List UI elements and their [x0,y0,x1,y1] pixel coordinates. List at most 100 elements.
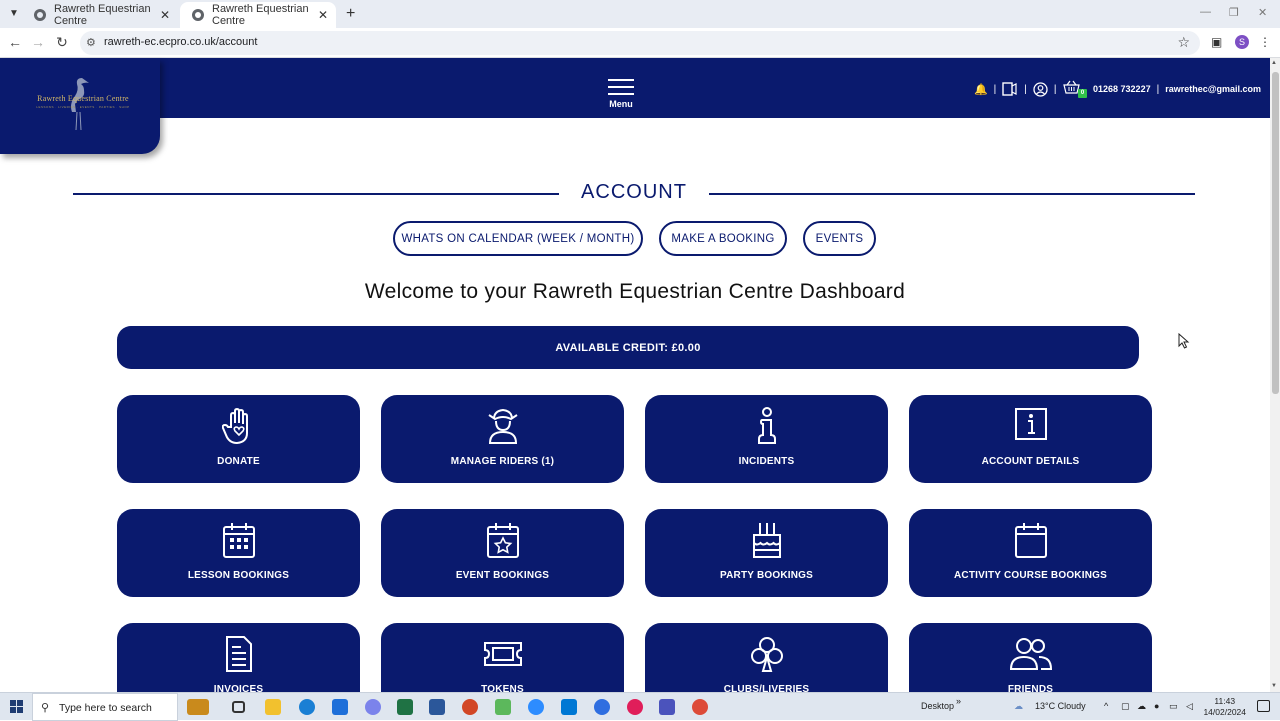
whats-on-calendar-button[interactable]: WHATS ON CALENDAR (WEEK / MONTH) [393,221,643,256]
donate-tile[interactable]: DONATE [117,395,360,483]
reload-icon[interactable]: ↻ [53,34,71,51]
notification-center-icon[interactable] [1257,700,1270,712]
onedrive-icon[interactable]: ☁ [1137,701,1146,712]
divider: | [1156,83,1160,95]
weather-text[interactable]: 13°C Cloudy [1035,701,1086,711]
profile-avatar[interactable]: S [1235,35,1249,49]
bookmark-star-icon[interactable]: ☆ [1177,34,1190,51]
friends-tile[interactable]: FRIENDS [909,623,1152,695]
tray-app-icon[interactable]: ▢ [1121,701,1130,712]
store-icon[interactable] [332,699,348,715]
word-icon[interactable] [429,699,445,715]
close-window-button[interactable]: ✕ [1258,6,1267,19]
network-icon[interactable]: ▭ [1169,701,1178,712]
windows-taskbar: ⚲ Type here to search Desktop » ☁ 13°C C… [0,692,1280,721]
taskbar-search-box[interactable]: ⚲ Type here to search [32,693,178,721]
phone-number[interactable]: 01268 732227 [1093,84,1151,94]
desktop-toolbar-label[interactable]: Desktop [921,701,954,711]
tile-label: INCIDENTS [738,456,795,467]
browser-tab-2[interactable]: Rawreth Equestrian Centre ✕ [180,2,336,28]
club-icon [750,637,783,672]
new-tab-button[interactable]: + [346,5,355,23]
side-panel-icon[interactable]: ▣ [1211,35,1222,49]
event-bookings-tile[interactable]: EVENT BOOKINGS [381,509,624,597]
tray-chevron-icon[interactable]: ^ [1104,701,1108,711]
invoice-icon [225,636,252,672]
menu-button[interactable]: Menu [600,78,642,109]
powerpoint-icon[interactable] [462,699,478,715]
menu-label: Menu [609,99,633,109]
calendar-grid-icon [222,523,255,558]
party-bookings-tile[interactable]: PARTY BOOKINGS [645,509,888,597]
info-box-icon [1014,408,1047,440]
system-clock[interactable]: 11:43 14/02/2024 [1203,696,1246,718]
close-icon[interactable]: ✕ [318,8,328,22]
logo-text: Rawreth Equestrian Centre [37,94,129,103]
ticket-icon [483,642,522,666]
whatsapp-icon[interactable] [495,699,511,715]
search-placeholder: Type here to search [59,702,152,714]
clock-time: 11:43 [1214,696,1236,706]
url-text[interactable]: rawreth-ec.ecpro.co.uk/account [104,36,257,48]
lesson-bookings-tile[interactable]: LESSON BOOKINGS [117,509,360,597]
more-menu-icon[interactable]: ⋮ [1259,35,1271,49]
maximize-button[interactable]: ❐ [1229,6,1239,19]
manage-riders-tile[interactable]: MANAGE RIDERS (1) [381,395,624,483]
copilot-icon[interactable] [365,699,381,715]
settings-gear-icon[interactable] [594,699,610,715]
globe-icon [192,9,204,21]
shop-door-icon[interactable] [1002,82,1018,96]
events-button[interactable]: EVENTS [803,221,876,256]
site-logo[interactable]: Rawreth Equestrian Centre LESSONS · LIVE… [0,58,160,154]
account-details-tile[interactable]: ACCOUNT DETAILS [909,395,1152,483]
cart-count-badge: 0 [1078,89,1088,98]
site-settings-icon[interactable]: ⚙ [86,36,96,49]
bell-icon[interactable]: 🔔 [974,83,988,96]
back-arrow-icon[interactable]: ← [6,34,24,50]
microphone-icon[interactable]: ● [1154,701,1159,711]
forward-arrow-icon[interactable]: → [29,34,47,50]
globe-icon [34,9,46,21]
slack-icon[interactable] [627,699,643,715]
invoices-tile[interactable]: INVOICES [117,623,360,695]
make-a-booking-button[interactable]: MAKE A BOOKING [659,221,787,256]
birthday-cake-icon [752,523,781,558]
clock-date: 14/02/2024 [1203,707,1246,717]
edge-browser-icon[interactable] [299,699,315,715]
outlook-icon[interactable] [561,699,577,715]
scroll-down-arrow-icon[interactable]: ▼ [1271,683,1277,689]
task-view-icon[interactable] [232,701,245,713]
tile-label: MANAGE RIDERS (1) [450,456,555,467]
search-icon: ⚲ [41,702,50,714]
email-link[interactable]: rawrethec@gmail.com [1165,84,1261,94]
chrome-icon[interactable] [692,699,708,715]
minimize-button[interactable]: — [1200,6,1211,18]
tokens-tile[interactable]: TOKENS [381,623,624,695]
clubs-liveries-tile[interactable]: CLUBS/LIVERIES [645,623,888,695]
cart-button[interactable]: 0 [1062,80,1088,98]
briefcase-icon[interactable] [187,699,209,715]
user-account-icon[interactable] [1033,81,1048,97]
windows-start-icon[interactable] [10,700,23,713]
logo-subtext: LESSONS · LIVERIES · EVENTS · PARTIES · … [36,105,130,109]
browser-tab-strip: ▼ Rawreth Equestrian Centre ✕ Rawreth Eq… [0,0,1280,28]
chevron-more-icon[interactable]: » [956,696,961,706]
divider: | [1053,83,1057,95]
available-credit-bar: AVAILABLE CREDIT: £0.00 [117,326,1139,369]
tab-search-button[interactable]: ▼ [6,6,22,22]
file-explorer-icon[interactable] [265,699,281,715]
close-icon[interactable]: ✕ [160,8,170,22]
browser-tab-1[interactable]: Rawreth Equestrian Centre ✕ [22,2,178,28]
page-title: ACCOUNT [581,181,687,203]
activity-course-bookings-tile[interactable]: ACTIVITY COURSE BOOKINGS [909,509,1152,597]
zoom-icon[interactable] [528,699,544,715]
scroll-up-arrow-icon[interactable]: ▲ [1271,60,1277,66]
shopping-basket-icon [1062,80,1080,94]
excel-icon[interactable] [397,699,413,715]
address-bar[interactable]: ⚙ rawreth-ec.ecpro.co.uk/account ☆ [80,31,1200,55]
volume-icon[interactable]: ◁ [1186,701,1193,712]
incidents-tile[interactable]: INCIDENTS [645,395,888,483]
teams-icon[interactable] [659,699,675,715]
scrollbar-thumb[interactable] [1272,72,1279,394]
tile-label: PARTY BOOKINGS [720,570,813,581]
